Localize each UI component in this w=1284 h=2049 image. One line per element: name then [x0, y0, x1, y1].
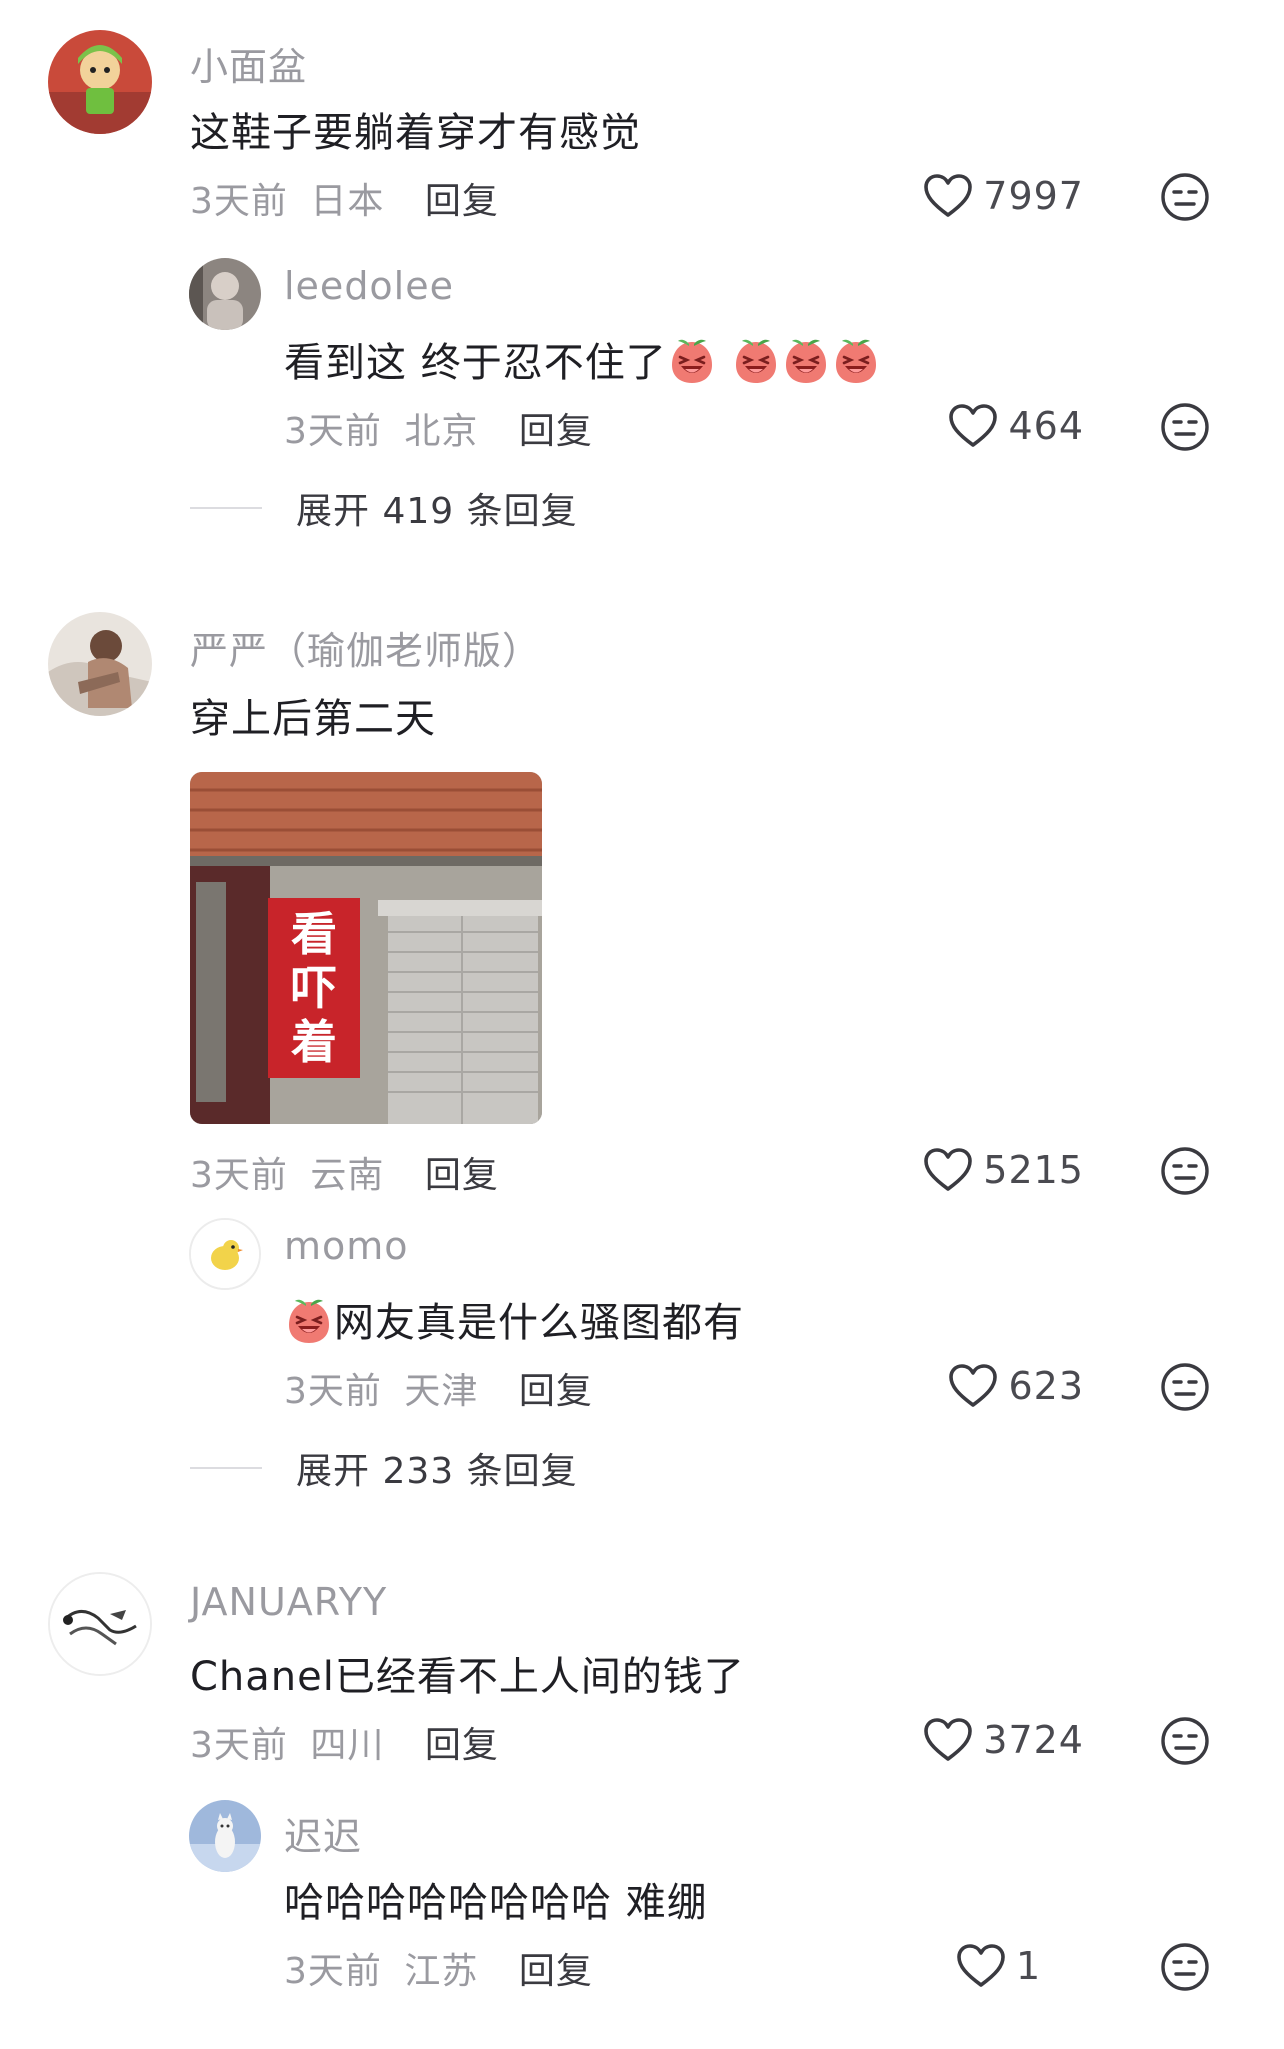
- like-count: 1: [1016, 1944, 1042, 1988]
- like-button[interactable]: 3724: [923, 1714, 1084, 1766]
- reply-meta: 3天前 天津 回复: [284, 1362, 593, 1414]
- reply-button[interactable]: 回复: [425, 181, 499, 222]
- laughing-peach-emoji: [667, 336, 717, 386]
- reply-time: 3天前: [284, 1951, 382, 1992]
- reply-button[interactable]: 回复: [519, 1371, 593, 1412]
- reply-button[interactable]: 回复: [519, 411, 593, 452]
- laughing-peach-emoji: [781, 336, 831, 386]
- comment-meta: 3天前 云南 回复: [190, 1146, 499, 1198]
- comment-username[interactable]: JANUARYY: [190, 1580, 387, 1624]
- divider: [190, 1467, 262, 1469]
- neutral-face-icon[interactable]: [1160, 1716, 1210, 1766]
- reply-text-row: 网友真是什么骚图都有: [284, 1290, 744, 1348]
- expand-replies-label: 展开 233 条回复: [296, 1451, 578, 1492]
- reply-location: 江苏: [404, 1951, 479, 1992]
- expand-replies-label: 展开 419 条回复: [296, 491, 578, 532]
- reply-username[interactable]: 迟迟: [284, 1806, 362, 1861]
- expand-replies-button[interactable]: 展开 233 条回复: [190, 1442, 578, 1494]
- heart-outline-icon: [923, 1147, 973, 1193]
- laughing-peach-emoji: [731, 336, 781, 386]
- comment-meta: 3天前 日本 回复: [190, 172, 499, 224]
- like-count: 464: [1008, 404, 1084, 448]
- comment-location: 日本: [310, 181, 385, 222]
- comment-text: 穿上后第二天: [190, 696, 436, 742]
- avatar[interactable]: [189, 1800, 261, 1872]
- reply-button[interactable]: 回复: [425, 1725, 499, 1766]
- neutral-face-icon[interactable]: [1160, 1942, 1210, 1992]
- reply-text: 网友真是什么骚图都有: [334, 1300, 744, 1346]
- banner-text-1: 看: [291, 907, 337, 961]
- laughing-peach-emoji: [831, 336, 881, 386]
- avatar[interactable]: [48, 1572, 152, 1676]
- reply-meta: 3天前 北京 回复: [284, 402, 593, 454]
- reply-text: 看到这 终于忍不住了: [284, 340, 667, 386]
- reply-text-row: 看到这 终于忍不住了: [284, 330, 881, 388]
- like-button[interactable]: 464: [948, 400, 1084, 452]
- comment-time: 3天前: [190, 1155, 288, 1196]
- like-button[interactable]: 1: [956, 1940, 1056, 1992]
- neutral-face-icon[interactable]: [1160, 402, 1210, 452]
- reply-text: 哈哈哈哈哈哈哈哈 难绷: [284, 1880, 708, 1926]
- neutral-face-icon[interactable]: [1160, 1146, 1210, 1196]
- avatar[interactable]: [48, 612, 152, 716]
- reply-time: 3天前: [284, 411, 382, 452]
- like-count: 623: [1008, 1364, 1084, 1408]
- like-count: 7997: [983, 174, 1084, 218]
- reply-meta: 3天前 江苏 回复: [284, 1942, 593, 1994]
- comment-text: 这鞋子要躺着穿才有感觉: [190, 110, 641, 156]
- comment-username[interactable]: 小面盆: [190, 36, 307, 91]
- heart-outline-icon: [923, 173, 973, 219]
- neutral-face-icon[interactable]: [1160, 172, 1210, 222]
- comment-time: 3天前: [190, 181, 288, 222]
- heart-outline-icon: [948, 403, 998, 449]
- comment-location: 四川: [310, 1725, 385, 1766]
- reply-location: 天津: [404, 1371, 479, 1412]
- neutral-face-icon[interactable]: [1160, 1362, 1210, 1412]
- reply-button[interactable]: 回复: [519, 1951, 593, 1992]
- like-button[interactable]: 5215: [923, 1144, 1084, 1196]
- divider: [190, 507, 262, 509]
- reply-location: 北京: [404, 411, 479, 452]
- reply-username[interactable]: leedolee: [284, 264, 454, 308]
- like-button[interactable]: 623: [948, 1360, 1084, 1412]
- reply-time: 3天前: [284, 1371, 382, 1412]
- comment-location: 云南: [310, 1155, 385, 1196]
- banner-text-2: 吓: [291, 961, 337, 1015]
- heart-outline-icon: [956, 1943, 1006, 1989]
- comment-meta: 3天前 四川 回复: [190, 1716, 499, 1768]
- reply-button[interactable]: 回复: [425, 1155, 499, 1196]
- comment-image[interactable]: 看 吓 着: [190, 772, 542, 1124]
- heart-outline-icon: [923, 1717, 973, 1763]
- comment-time: 3天前: [190, 1725, 288, 1766]
- avatar[interactable]: [48, 30, 152, 134]
- comment-username[interactable]: 严严（瑜伽老师版）: [190, 620, 541, 675]
- expand-replies-button[interactable]: 展开 419 条回复: [190, 482, 578, 534]
- like-count: 5215: [983, 1148, 1084, 1192]
- like-count: 3724: [983, 1718, 1084, 1762]
- banner-text-3: 着: [291, 1015, 337, 1069]
- avatar[interactable]: [189, 1218, 261, 1290]
- heart-outline-icon: [948, 1363, 998, 1409]
- like-button[interactable]: 7997: [923, 170, 1084, 222]
- avatar[interactable]: [189, 258, 261, 330]
- blushing-peach-emoji: [284, 1296, 334, 1346]
- reply-username[interactable]: momo: [284, 1224, 409, 1268]
- comment-text: Chanel已经看不上人间的钱了: [190, 1654, 745, 1700]
